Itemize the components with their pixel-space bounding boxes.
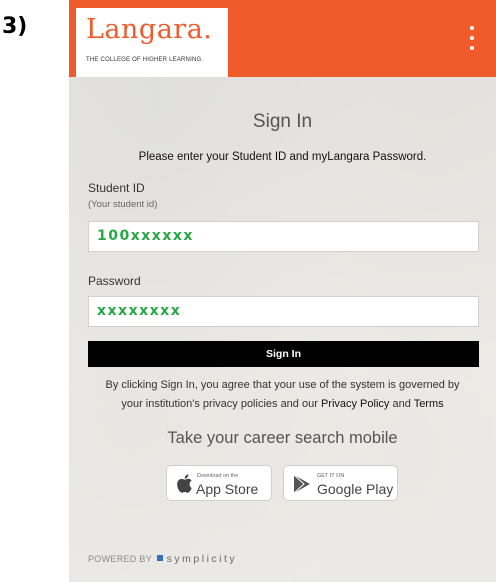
student-id-input[interactable]: 100xxxxxx [88,221,479,252]
symplicity-logo-icon [156,555,163,561]
apple-icon [177,474,192,493]
powered-by-footer: POWERED BY symplicity [88,553,237,565]
college-logo[interactable]: Langara. THE COLLEGE OF HIGHER LEARNING. [76,8,228,77]
kebab-menu-icon[interactable] [465,24,479,52]
google-play-icon [293,474,310,494]
agreement-line-2: your institution's privacy policies and … [121,398,318,410]
header-bar: Langara. THE COLLEGE OF HIGHER LEARNING. [69,0,496,77]
privacy-policy-link[interactable]: Privacy Policy [321,398,389,410]
app-store-button[interactable]: Download on the App Store [166,465,272,501]
sign-in-button[interactable]: Sign In [88,341,479,367]
logo-tagline: THE COLLEGE OF HIGHER LEARNING. [86,57,204,63]
powered-by-text: POWERED BY [88,554,152,564]
app-store-big-text: App Store [196,481,259,497]
google-play-big-text: Google Play [317,481,394,497]
terms-link[interactable]: Terms [414,398,444,410]
page-title: Sign In [252,111,313,132]
agreement-and: and [392,398,411,410]
student-id-label: Student ID [88,181,145,195]
google-play-small-text: GET IT ON [317,473,345,479]
symplicity-brand[interactable]: symplicity [167,553,238,565]
agreement-line-1: By clicking Sign In, you agree that your… [105,379,460,391]
mobile-promo-title: Take your career search mobile [167,429,398,447]
password-label: Password [88,274,141,288]
mobile-screen: Langara. THE COLLEGE OF HIGHER LEARNING.… [69,0,496,582]
app-store-small-text: Download on the [197,473,239,479]
logo-wordmark: Langara. [86,14,213,45]
password-input[interactable]: xxxxxxxx [88,296,479,327]
agreement-text: By clicking Sign In, you agree that your… [79,376,486,414]
google-play-button[interactable]: GET IT ON Google Play [283,465,398,501]
signin-instructions: Please enter your Student ID and myLanga… [138,151,427,163]
student-id-hint: (Your student id) [88,199,158,210]
step-label: 3) [2,14,28,39]
